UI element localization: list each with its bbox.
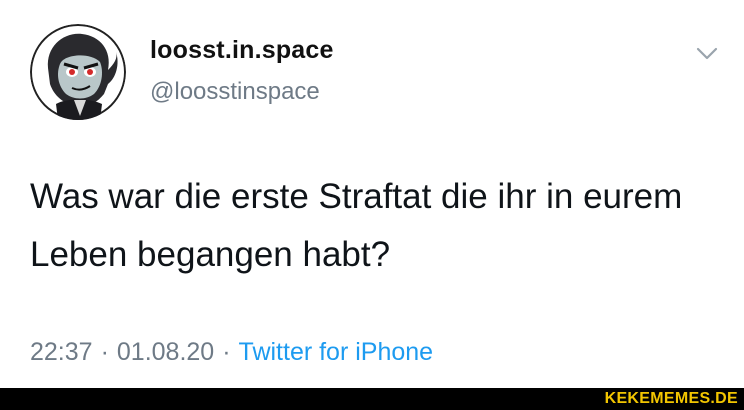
avatar[interactable] [30,24,126,120]
watermark: KEKEMEMES.DE [604,390,738,407]
display-name[interactable]: loosst.in.space [150,36,334,65]
tweet-source-link[interactable]: Twitter for iPhone [239,338,434,366]
chevron-down-icon[interactable] [690,40,724,68]
user-handle[interactable]: @loosstinspace [150,78,320,106]
meta-separator: · [100,338,109,366]
meta-separator: · [222,338,231,366]
tweet-meta: 22:37 · 01.08.20 · Twitter for iPhone [30,338,433,367]
cartoon-character-avatar-icon [30,24,126,120]
tweet-time[interactable]: 22:37 [30,338,93,366]
tweet-text: Was war die erste Straftat die ihr in eu… [30,177,683,274]
tweet-card: loosst.in.space @loosstinspace Was war d… [0,0,744,388]
watermark-bar: KEKEMEMES.DE [0,388,744,410]
tweet-date[interactable]: 01.08.20 [117,338,214,366]
